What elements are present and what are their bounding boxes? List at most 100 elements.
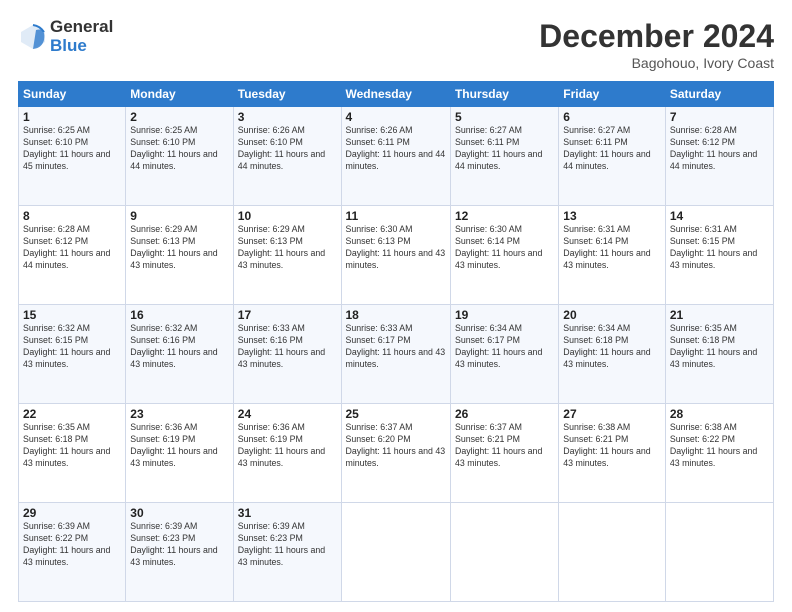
calendar-body: 1Sunrise: 6:25 AMSunset: 6:10 PMDaylight… xyxy=(19,107,774,602)
day-info: Sunrise: 6:33 AMSunset: 6:17 PMDaylight:… xyxy=(346,323,446,371)
location: Bagohouo, Ivory Coast xyxy=(539,55,774,71)
logo-text: General Blue xyxy=(50,18,113,55)
days-of-week-row: SundayMondayTuesdayWednesdayThursdayFrid… xyxy=(19,82,774,107)
day-number: 28 xyxy=(670,407,769,421)
day-number: 1 xyxy=(23,110,121,124)
day-cell: 30Sunrise: 6:39 AMSunset: 6:23 PMDayligh… xyxy=(126,503,233,602)
day-of-week-friday: Friday xyxy=(559,82,666,107)
day-info: Sunrise: 6:36 AMSunset: 6:19 PMDaylight:… xyxy=(238,422,337,470)
day-cell xyxy=(559,503,666,602)
day-cell: 18Sunrise: 6:33 AMSunset: 6:17 PMDayligh… xyxy=(341,305,450,404)
week-row-1: 1Sunrise: 6:25 AMSunset: 6:10 PMDaylight… xyxy=(19,107,774,206)
day-number: 17 xyxy=(238,308,337,322)
day-info: Sunrise: 6:27 AMSunset: 6:11 PMDaylight:… xyxy=(455,125,554,173)
day-number: 21 xyxy=(670,308,769,322)
day-cell: 6Sunrise: 6:27 AMSunset: 6:11 PMDaylight… xyxy=(559,107,666,206)
day-cell: 17Sunrise: 6:33 AMSunset: 6:16 PMDayligh… xyxy=(233,305,341,404)
page: General Blue December 2024 Bagohouo, Ivo… xyxy=(0,0,792,612)
day-number: 11 xyxy=(346,209,446,223)
day-cell xyxy=(341,503,450,602)
day-info: Sunrise: 6:28 AMSunset: 6:12 PMDaylight:… xyxy=(670,125,769,173)
day-number: 15 xyxy=(23,308,121,322)
day-cell: 14Sunrise: 6:31 AMSunset: 6:15 PMDayligh… xyxy=(665,206,773,305)
day-info: Sunrise: 6:35 AMSunset: 6:18 PMDaylight:… xyxy=(23,422,121,470)
day-cell: 1Sunrise: 6:25 AMSunset: 6:10 PMDaylight… xyxy=(19,107,126,206)
logo-blue: Blue xyxy=(50,37,113,56)
day-info: Sunrise: 6:35 AMSunset: 6:18 PMDaylight:… xyxy=(670,323,769,371)
day-cell: 10Sunrise: 6:29 AMSunset: 6:13 PMDayligh… xyxy=(233,206,341,305)
day-cell: 23Sunrise: 6:36 AMSunset: 6:19 PMDayligh… xyxy=(126,404,233,503)
day-info: Sunrise: 6:34 AMSunset: 6:18 PMDaylight:… xyxy=(563,323,661,371)
day-number: 20 xyxy=(563,308,661,322)
day-info: Sunrise: 6:39 AMSunset: 6:23 PMDaylight:… xyxy=(130,521,228,569)
day-info: Sunrise: 6:29 AMSunset: 6:13 PMDaylight:… xyxy=(238,224,337,272)
day-info: Sunrise: 6:33 AMSunset: 6:16 PMDaylight:… xyxy=(238,323,337,371)
day-number: 23 xyxy=(130,407,228,421)
day-info: Sunrise: 6:34 AMSunset: 6:17 PMDaylight:… xyxy=(455,323,554,371)
day-of-week-wednesday: Wednesday xyxy=(341,82,450,107)
day-number: 30 xyxy=(130,506,228,520)
day-cell: 12Sunrise: 6:30 AMSunset: 6:14 PMDayligh… xyxy=(450,206,558,305)
day-number: 16 xyxy=(130,308,228,322)
generalblue-logo-icon xyxy=(18,22,48,52)
day-info: Sunrise: 6:31 AMSunset: 6:15 PMDaylight:… xyxy=(670,224,769,272)
day-of-week-tuesday: Tuesday xyxy=(233,82,341,107)
day-number: 22 xyxy=(23,407,121,421)
day-info: Sunrise: 6:29 AMSunset: 6:13 PMDaylight:… xyxy=(130,224,228,272)
day-info: Sunrise: 6:30 AMSunset: 6:13 PMDaylight:… xyxy=(346,224,446,272)
day-number: 29 xyxy=(23,506,121,520)
day-info: Sunrise: 6:38 AMSunset: 6:21 PMDaylight:… xyxy=(563,422,661,470)
day-of-week-monday: Monday xyxy=(126,82,233,107)
day-cell xyxy=(665,503,773,602)
day-cell: 13Sunrise: 6:31 AMSunset: 6:14 PMDayligh… xyxy=(559,206,666,305)
day-number: 7 xyxy=(670,110,769,124)
week-row-3: 15Sunrise: 6:32 AMSunset: 6:15 PMDayligh… xyxy=(19,305,774,404)
day-cell: 8Sunrise: 6:28 AMSunset: 6:12 PMDaylight… xyxy=(19,206,126,305)
day-info: Sunrise: 6:27 AMSunset: 6:11 PMDaylight:… xyxy=(563,125,661,173)
day-cell: 15Sunrise: 6:32 AMSunset: 6:15 PMDayligh… xyxy=(19,305,126,404)
day-cell: 24Sunrise: 6:36 AMSunset: 6:19 PMDayligh… xyxy=(233,404,341,503)
day-cell: 16Sunrise: 6:32 AMSunset: 6:16 PMDayligh… xyxy=(126,305,233,404)
day-info: Sunrise: 6:25 AMSunset: 6:10 PMDaylight:… xyxy=(23,125,121,173)
day-number: 14 xyxy=(670,209,769,223)
logo-general: General xyxy=(50,18,113,37)
day-info: Sunrise: 6:37 AMSunset: 6:20 PMDaylight:… xyxy=(346,422,446,470)
week-row-2: 8Sunrise: 6:28 AMSunset: 6:12 PMDaylight… xyxy=(19,206,774,305)
day-cell: 22Sunrise: 6:35 AMSunset: 6:18 PMDayligh… xyxy=(19,404,126,503)
day-cell: 4Sunrise: 6:26 AMSunset: 6:11 PMDaylight… xyxy=(341,107,450,206)
day-number: 31 xyxy=(238,506,337,520)
day-number: 27 xyxy=(563,407,661,421)
week-row-5: 29Sunrise: 6:39 AMSunset: 6:22 PMDayligh… xyxy=(19,503,774,602)
day-cell: 25Sunrise: 6:37 AMSunset: 6:20 PMDayligh… xyxy=(341,404,450,503)
day-cell: 29Sunrise: 6:39 AMSunset: 6:22 PMDayligh… xyxy=(19,503,126,602)
day-cell: 28Sunrise: 6:38 AMSunset: 6:22 PMDayligh… xyxy=(665,404,773,503)
day-cell: 26Sunrise: 6:37 AMSunset: 6:21 PMDayligh… xyxy=(450,404,558,503)
day-number: 13 xyxy=(563,209,661,223)
day-cell: 2Sunrise: 6:25 AMSunset: 6:10 PMDaylight… xyxy=(126,107,233,206)
day-number: 12 xyxy=(455,209,554,223)
day-number: 26 xyxy=(455,407,554,421)
header: General Blue December 2024 Bagohouo, Ivo… xyxy=(18,18,774,71)
day-cell: 20Sunrise: 6:34 AMSunset: 6:18 PMDayligh… xyxy=(559,305,666,404)
day-info: Sunrise: 6:37 AMSunset: 6:21 PMDaylight:… xyxy=(455,422,554,470)
day-cell: 5Sunrise: 6:27 AMSunset: 6:11 PMDaylight… xyxy=(450,107,558,206)
day-number: 8 xyxy=(23,209,121,223)
logo: General Blue xyxy=(18,18,113,55)
day-number: 3 xyxy=(238,110,337,124)
day-cell: 31Sunrise: 6:39 AMSunset: 6:23 PMDayligh… xyxy=(233,503,341,602)
day-cell: 21Sunrise: 6:35 AMSunset: 6:18 PMDayligh… xyxy=(665,305,773,404)
day-number: 5 xyxy=(455,110,554,124)
day-cell: 9Sunrise: 6:29 AMSunset: 6:13 PMDaylight… xyxy=(126,206,233,305)
day-info: Sunrise: 6:31 AMSunset: 6:14 PMDaylight:… xyxy=(563,224,661,272)
day-cell: 19Sunrise: 6:34 AMSunset: 6:17 PMDayligh… xyxy=(450,305,558,404)
day-of-week-saturday: Saturday xyxy=(665,82,773,107)
day-of-week-sunday: Sunday xyxy=(19,82,126,107)
day-number: 24 xyxy=(238,407,337,421)
day-number: 19 xyxy=(455,308,554,322)
day-info: Sunrise: 6:39 AMSunset: 6:23 PMDaylight:… xyxy=(238,521,337,569)
calendar-header: SundayMondayTuesdayWednesdayThursdayFrid… xyxy=(19,82,774,107)
title-block: December 2024 Bagohouo, Ivory Coast xyxy=(539,18,774,71)
week-row-4: 22Sunrise: 6:35 AMSunset: 6:18 PMDayligh… xyxy=(19,404,774,503)
day-number: 2 xyxy=(130,110,228,124)
day-info: Sunrise: 6:26 AMSunset: 6:10 PMDaylight:… xyxy=(238,125,337,173)
